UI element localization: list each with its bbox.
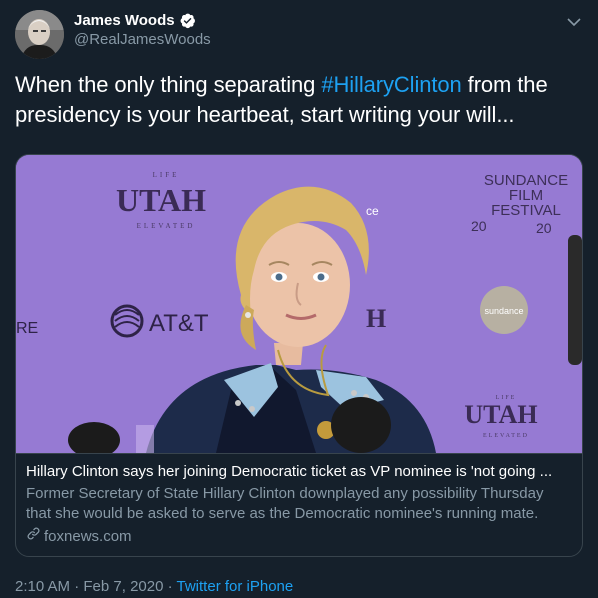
link-icon (26, 526, 41, 547)
author-block: James Woods @RealJamesWoods (74, 12, 211, 48)
backdrop-life-top: LIFE (153, 171, 180, 179)
card-title[interactable]: Hillary Clinton says her joining Democra… (26, 462, 572, 482)
chevron-down-icon[interactable] (564, 12, 584, 32)
backdrop-sundance-year-left: 20 (471, 218, 487, 234)
card-info: Hillary Clinton says her joining Democra… (16, 453, 582, 556)
tweet-date[interactable]: Feb 7, 2020 (83, 578, 163, 595)
verified-badge-icon (179, 12, 196, 29)
backdrop-ce-partial: ce (366, 204, 379, 218)
backdrop-utah-top: UTAH (116, 182, 206, 218)
tweet-meta: 2:10 AM · Feb 7, 2020 · Twitter for iPho… (15, 578, 293, 595)
tweet-time[interactable]: 2:10 AM (15, 578, 70, 595)
backdrop-sundance-circle: sundance (484, 306, 523, 316)
backdrop-utah-bottom: UTAH (464, 400, 537, 429)
author-handle[interactable]: @RealJamesWoods (74, 31, 211, 48)
card-domain: foxnews.com (26, 526, 572, 547)
card-image: LIFE UTAH ELEVATED AT&T RE ce H SUNDANCE… (16, 155, 582, 453)
hashtag-link[interactable]: #HillaryClinton (321, 72, 461, 97)
backdrop-sundance-line3: FESTIVAL (491, 202, 561, 219)
author-name[interactable]: James Woods (74, 12, 175, 29)
tweet: James Woods @RealJamesWoods When the onl… (0, 0, 598, 598)
tweet-text-before: When the only thing separating (15, 72, 322, 97)
backdrop-h-partial: H (366, 304, 386, 333)
meta-separator: · (163, 578, 177, 595)
tweet-text: When the only thing separating #HillaryC… (15, 70, 585, 130)
author-name-row: James Woods (74, 12, 211, 29)
avatar[interactable] (15, 10, 64, 59)
backdrop-re-partial: RE (16, 320, 38, 337)
link-card[interactable]: LIFE UTAH ELEVATED AT&T RE ce H SUNDANCE… (15, 154, 583, 557)
backdrop-elevated-top: ELEVATED (137, 222, 196, 230)
card-description: Former Secretary of State Hillary Clinto… (26, 485, 544, 522)
avatar-photo (15, 10, 64, 59)
backdrop-elevated-bottom: ELEVATED (483, 433, 529, 439)
tweet-source-link[interactable]: Twitter for iPhone (177, 578, 294, 595)
backdrop-sundance-year-right: 20 (536, 220, 552, 236)
card-domain-text: foxnews.com (44, 527, 132, 545)
meta-separator: · (70, 578, 84, 595)
backdrop-att: AT&T (149, 310, 209, 337)
